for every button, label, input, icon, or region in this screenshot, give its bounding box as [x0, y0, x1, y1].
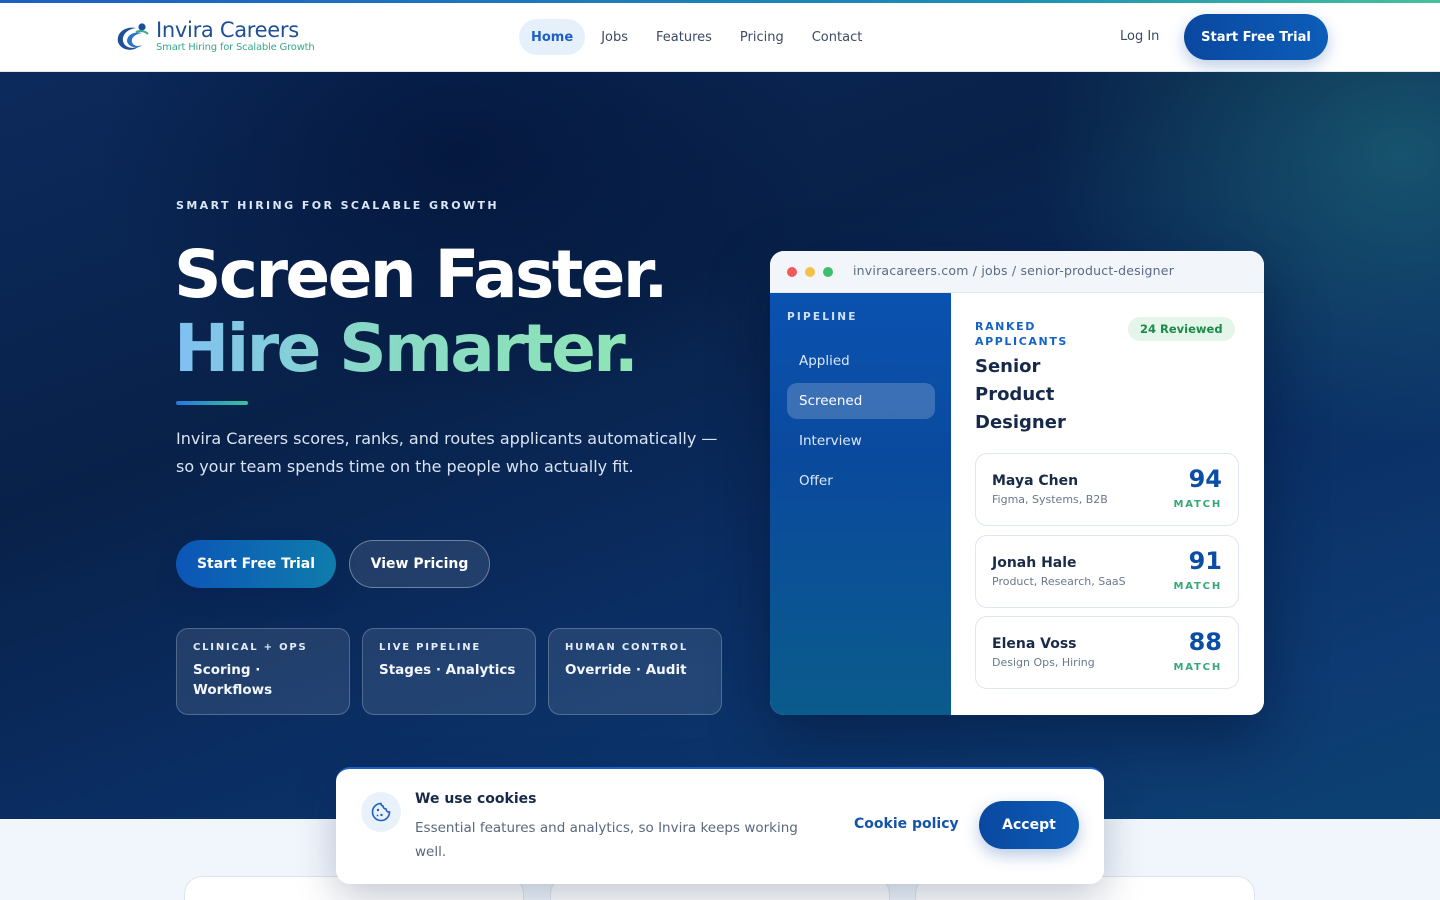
pipeline-title: PIPELINE [787, 311, 858, 323]
login-link[interactable]: Log In [1110, 27, 1169, 47]
hero-accent-bar [176, 401, 248, 405]
feature-card-text: Scoring · Workflows [193, 662, 273, 698]
job-title: Senior Product Designer [975, 356, 1066, 433]
nav-link-pricing[interactable]: Pricing [728, 19, 796, 55]
cookie-consent-banner: We use cookies Essential features and an… [336, 767, 1104, 884]
candidate-card[interactable]: Jonah Hale Product, Research, SaaS 91 MA… [975, 535, 1239, 608]
ranked-applicants-label: RANKED APPLICANTS [975, 320, 1068, 348]
window-maximize-dot-icon [823, 267, 833, 277]
hero-description: Invira Careers scores, ranks, and routes… [176, 429, 718, 476]
hero-headline-line2: Hire Smarter. [174, 308, 639, 390]
nav-link-contact[interactable]: Contact [800, 19, 875, 55]
pipeline-stage-applied[interactable]: Applied [787, 343, 935, 379]
feature-card-label: HUMAN CONTROL [565, 642, 689, 653]
hero-start-trial-button[interactable]: Start Free Trial [176, 540, 336, 588]
nav-start-trial-button[interactable]: Start Free Trial [1184, 14, 1328, 60]
brand-tagline: Smart Hiring for Scalable Growth [156, 42, 315, 53]
pipeline-stage-interview[interactable]: Interview [787, 423, 935, 459]
candidate-match-label: MATCH [1173, 581, 1222, 592]
feature-card-label: LIVE PIPELINE [379, 642, 482, 653]
candidate-match-score: 94 [1188, 465, 1222, 493]
window-close-dot-icon [787, 267, 797, 277]
feature-card-text: Override · Audit [565, 662, 687, 678]
feature-card-label: CLINICAL + OPS [193, 642, 308, 653]
candidate-card[interactable]: Elena Voss Design Ops, Hiring 88 MATCH [975, 616, 1239, 689]
feature-card-live-pipeline: LIVE PIPELINE Stages · Analytics [362, 628, 536, 715]
pipeline-sidebar: PIPELINE Applied Screened Interview Offe… [770, 293, 951, 715]
hero-section: SMART HIRING FOR SCALABLE GROWTH Screen … [0, 72, 1440, 819]
cookie-description: Essential features and analytics, so Inv… [415, 820, 798, 860]
candidate-match-label: MATCH [1173, 662, 1222, 673]
candidate-skills: Design Ops, Hiring [992, 656, 1095, 669]
app-preview-window: inviracareers.com / jobs / senior-produc… [770, 251, 1264, 715]
cookie-icon [361, 792, 401, 832]
feature-card-text: Stages · Analytics [379, 662, 516, 678]
nav-link-jobs[interactable]: Jobs [589, 19, 640, 55]
brand-name: Invira Careers [156, 18, 299, 42]
feature-card-human-control: HUMAN CONTROL Override · Audit [548, 628, 722, 715]
brand-swirl-icon [117, 23, 149, 50]
pipeline-stage-screened[interactable]: Screened [787, 383, 935, 419]
candidate-name: Elena Voss [992, 636, 1077, 652]
brand-logo[interactable]: Invira Careers Smart Hiring for Scalable… [112, 18, 322, 59]
nav-link-home[interactable]: Home [519, 19, 586, 55]
hero-eyebrow: SMART HIRING FOR SCALABLE GROWTH [176, 199, 500, 212]
cookie-accept-button[interactable]: Accept [979, 801, 1079, 849]
pipeline-stage-offer[interactable]: Offer [787, 463, 935, 499]
nav-link-features[interactable]: Features [644, 19, 724, 55]
preview-browser-bar: inviracareers.com / jobs / senior-produc… [770, 251, 1264, 293]
cookie-policy-link[interactable]: Cookie policy [854, 816, 959, 832]
candidate-match-label: MATCH [1173, 499, 1222, 510]
ranked-applicants-panel: RANKED APPLICANTS 24 Reviewed Senior Pro… [951, 293, 1264, 715]
hero-headline-line1: Screen Faster. [174, 236, 668, 313]
cookie-title: We use cookies [415, 791, 537, 807]
candidate-card[interactable]: Maya Chen Figma, Systems, B2B 94 MATCH [975, 453, 1239, 526]
hero-view-pricing-button[interactable]: View Pricing [349, 540, 490, 588]
window-minimize-dot-icon [805, 267, 815, 277]
reviewed-count-badge: 24 Reviewed [1128, 317, 1235, 341]
candidate-name: Maya Chen [992, 473, 1079, 489]
candidate-match-score: 91 [1188, 547, 1222, 575]
preview-url: inviracareers.com / jobs / senior-produc… [853, 263, 1175, 278]
candidate-name: Jonah Hale [992, 555, 1077, 571]
candidate-match-score: 88 [1188, 628, 1222, 656]
navbar: Invira Careers Smart Hiring for Scalable… [0, 3, 1440, 72]
candidate-skills: Product, Research, SaaS [992, 575, 1126, 588]
candidate-skills: Figma, Systems, B2B [992, 493, 1108, 506]
primary-nav: Home Jobs Features Pricing Contact [519, 19, 878, 55]
feature-card-clinical-ops: CLINICAL + OPS Scoring · Workflows [176, 628, 350, 715]
